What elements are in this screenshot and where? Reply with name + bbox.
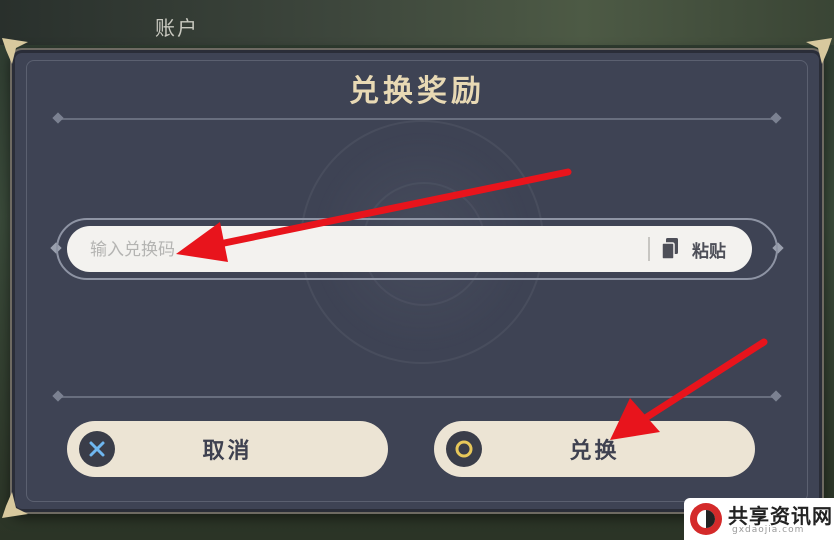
paste-label: 粘贴 bbox=[692, 241, 726, 262]
account-label: 账户 bbox=[155, 16, 199, 40]
redeem-code-input[interactable] bbox=[90, 236, 490, 264]
dialog-title: 兑换奖励 bbox=[349, 74, 485, 109]
redeem-label: 兑换 bbox=[569, 439, 620, 464]
site-watermark: 共享资讯网 gxdaojia.com bbox=[684, 498, 834, 540]
circle-confirm-icon bbox=[446, 431, 482, 467]
watermark-logo-icon bbox=[690, 503, 722, 535]
close-icon bbox=[79, 431, 115, 467]
paste-button[interactable]: 粘贴 bbox=[660, 234, 740, 264]
cancel-button[interactable]: 取消 bbox=[67, 421, 388, 477]
cancel-label: 取消 bbox=[202, 439, 253, 464]
watermark-domain: gxdaojia.com bbox=[732, 525, 805, 535]
clipboard-icon bbox=[661, 238, 678, 260]
input-divider bbox=[648, 237, 650, 261]
corner-ornament-icon bbox=[806, 38, 832, 64]
corner-ornament-icon bbox=[2, 492, 28, 518]
redeem-button[interactable]: 兑换 bbox=[434, 421, 755, 477]
divider bbox=[60, 396, 774, 398]
corner-ornament-icon bbox=[2, 38, 28, 64]
game-background bbox=[0, 0, 834, 45]
